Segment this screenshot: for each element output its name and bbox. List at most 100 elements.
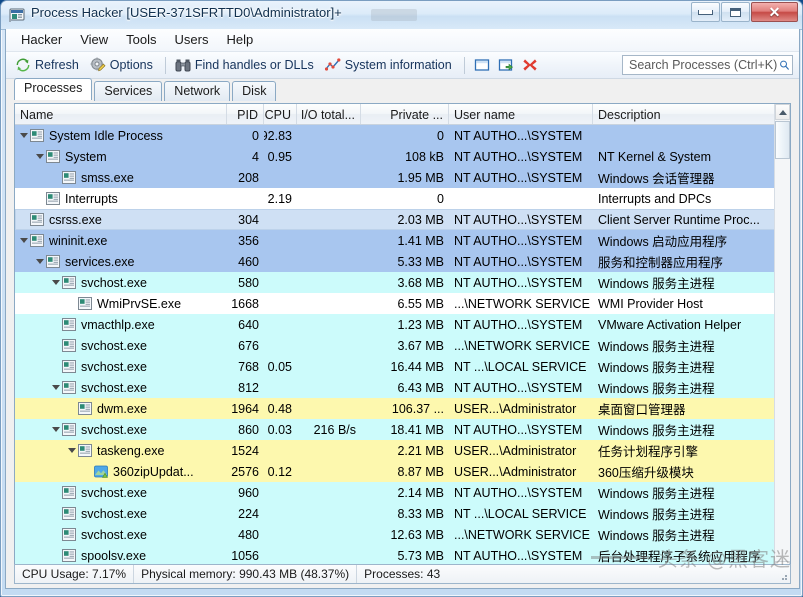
table-row[interactable]: services.exe4605.33 MBNT AUTHO...\SYSTEM… [15,251,790,272]
find-handles-button[interactable]: Find handles or DLLs [171,55,321,75]
table-row[interactable]: taskeng.exe15242.21 MBUSER...\Administra… [15,440,790,461]
tab-services[interactable]: Services [94,81,162,101]
vertical-scrollbar[interactable] [774,104,790,577]
bring-to-front-button[interactable] [494,56,518,74]
tree-expand-icon[interactable] [19,131,29,141]
process-cpu-cell [264,167,297,188]
process-name-cell[interactable]: svchost.exe [15,503,227,524]
refresh-button[interactable]: Refresh [11,55,86,75]
table-row[interactable]: svchost.exe5803.68 MBNT AUTHO...\SYSTEMW… [15,272,790,293]
process-name-cell[interactable]: svchost.exe [15,356,227,377]
process-io-total-cell [297,251,361,272]
tab-network[interactable]: Network [164,81,230,101]
table-row[interactable]: 360zipUpdat...25760.128.87 MBUSER...\Adm… [15,461,790,482]
process-name-cell[interactable]: taskeng.exe [15,440,227,461]
column-header-i-o-total[interactable]: I/O total... [297,104,361,124]
process-description-cell: Windows 服务主进程 [593,272,775,293]
process-name-cell[interactable]: smss.exe [15,167,227,188]
process-name-cell[interactable]: csrss.exe [15,209,227,230]
table-row[interactable]: svchost.exe6763.67 MB...\NETWORK SERVICE… [15,335,790,356]
tree-expand-icon[interactable] [51,383,61,393]
chevron-up-icon [779,110,787,115]
menu-hacker[interactable]: Hacker [12,30,71,50]
column-header-description[interactable]: Description [593,104,775,124]
process-name-cell[interactable]: dwm.exe [15,398,227,419]
menu-view[interactable]: View [71,30,117,50]
scrollbar-track[interactable] [775,120,790,561]
table-row[interactable]: svchost.exe2248.33 MBNT ...\LOCAL SERVIC… [15,503,790,524]
tab-processes[interactable]: Processes [14,78,92,100]
search-box[interactable] [622,55,793,75]
tree-expand-icon[interactable] [19,236,29,246]
scroll-up-button[interactable] [775,104,790,120]
process-cpu-cell [264,440,297,461]
process-name-cell[interactable]: System [15,146,227,167]
tree-expand-icon[interactable] [67,446,77,456]
title-bar[interactable]: Process Hacker [USER-371SFRTTD0\Administ… [1,1,802,30]
table-row[interactable]: vmacthlp.exe6401.23 MBNT AUTHO...\SYSTEM… [15,314,790,335]
process-name-cell[interactable]: spoolsv.exe [15,545,227,566]
process-user-cell: NT AUTHO...\SYSTEM [449,209,593,230]
search-input[interactable] [627,57,779,73]
process-description-cell: 后台处理程序子系统应用程序 [593,545,775,566]
process-name-cell[interactable]: System Idle Process [15,125,227,146]
process-name-cell[interactable]: svchost.exe [15,482,227,503]
process-name-cell[interactable]: vmacthlp.exe [15,314,227,335]
system-information-button[interactable]: System information [321,55,459,75]
options-button[interactable]: Options [86,55,160,75]
close-button[interactable]: ✕ [751,2,798,22]
process-name-cell[interactable]: svchost.exe [15,524,227,545]
process-io-total-cell [297,482,361,503]
menu-users[interactable]: Users [166,30,218,50]
menu-help[interactable]: Help [217,30,262,50]
tree-leaf-spacer [51,488,61,498]
menu-tools[interactable]: Tools [117,30,165,50]
table-row[interactable]: svchost.exe9602.14 MBNT AUTHO...\SYSTEMW… [15,482,790,503]
process-name-cell[interactable]: services.exe [15,251,227,272]
table-row[interactable]: System40.95108 kBNT AUTHO...\SYSTEMNT Ke… [15,146,790,167]
tab-disk[interactable]: Disk [232,81,276,101]
table-row[interactable]: spoolsv.exe10565.73 MBNT AUTHO...\SYSTEM… [15,545,790,566]
process-name-cell[interactable]: WmiPrvSE.exe [15,293,227,314]
process-user-cell [449,188,593,209]
tree-expand-icon[interactable] [35,152,45,162]
process-name-cell[interactable]: svchost.exe [15,272,227,293]
column-header-pid[interactable]: PID [227,104,264,124]
window-small-icon [78,297,92,310]
column-header-name[interactable]: Name [15,104,227,124]
table-row[interactable]: Interrupts2.190Interrupts and DPCs [15,188,790,209]
scrollbar-thumb[interactable] [775,121,790,159]
column-header-private[interactable]: Private ... [361,104,449,124]
process-name-cell[interactable]: wininit.exe [15,230,227,251]
table-row[interactable]: svchost.exe8126.43 MBNT AUTHO...\SYSTEMW… [15,377,790,398]
maximize-button[interactable] [721,2,750,22]
process-pid-cell: 1668 [227,293,264,314]
process-name-cell[interactable]: svchost.exe [15,377,227,398]
table-row[interactable]: svchost.exe48012.63 MB...\NETWORK SERVIC… [15,524,790,545]
table-row[interactable]: dwm.exe19640.48106.37 ...USER...\Adminis… [15,398,790,419]
table-row[interactable]: System Idle Process092.830NT AUTHO...\SY… [15,125,790,146]
tree-expand-icon[interactable] [35,257,45,267]
show-window-button[interactable] [470,56,494,74]
process-name-cell[interactable]: 360zipUpdat... [15,461,227,482]
tree-expand-icon[interactable] [51,425,61,435]
column-header-user-name[interactable]: User name [449,104,593,124]
table-row[interactable]: svchost.exe7680.0516.44 MBNT ...\LOCAL S… [15,356,790,377]
tree-expand-icon[interactable] [51,278,61,288]
table-row[interactable]: wininit.exe3561.41 MBNT AUTHO...\SYSTEMW… [15,230,790,251]
process-pid-cell: 640 [227,314,264,335]
process-pid-cell: 2576 [227,461,264,482]
minimize-button[interactable] [691,2,720,22]
process-private-cell: 108 kB [361,146,449,167]
table-row[interactable]: svchost.exe8600.03216 B/s18.41 MBNT AUTH… [15,419,790,440]
magnifier-icon[interactable] [779,57,790,73]
table-row[interactable]: smss.exe2081.95 MBNT AUTHO...\SYSTEMWind… [15,167,790,188]
process-name-cell[interactable]: svchost.exe [15,419,227,440]
resize-grip-icon[interactable] [778,571,788,581]
table-row[interactable]: csrss.exe3042.03 MBNT AUTHO...\SYSTEMCli… [15,209,790,230]
terminate-process-button[interactable] [518,56,542,74]
table-row[interactable]: WmiPrvSE.exe16686.55 MB...\NETWORK SERVI… [15,293,790,314]
column-header-cpu[interactable]: CPU [264,104,297,124]
process-name-cell[interactable]: svchost.exe [15,335,227,356]
process-name-cell[interactable]: Interrupts [15,188,227,209]
